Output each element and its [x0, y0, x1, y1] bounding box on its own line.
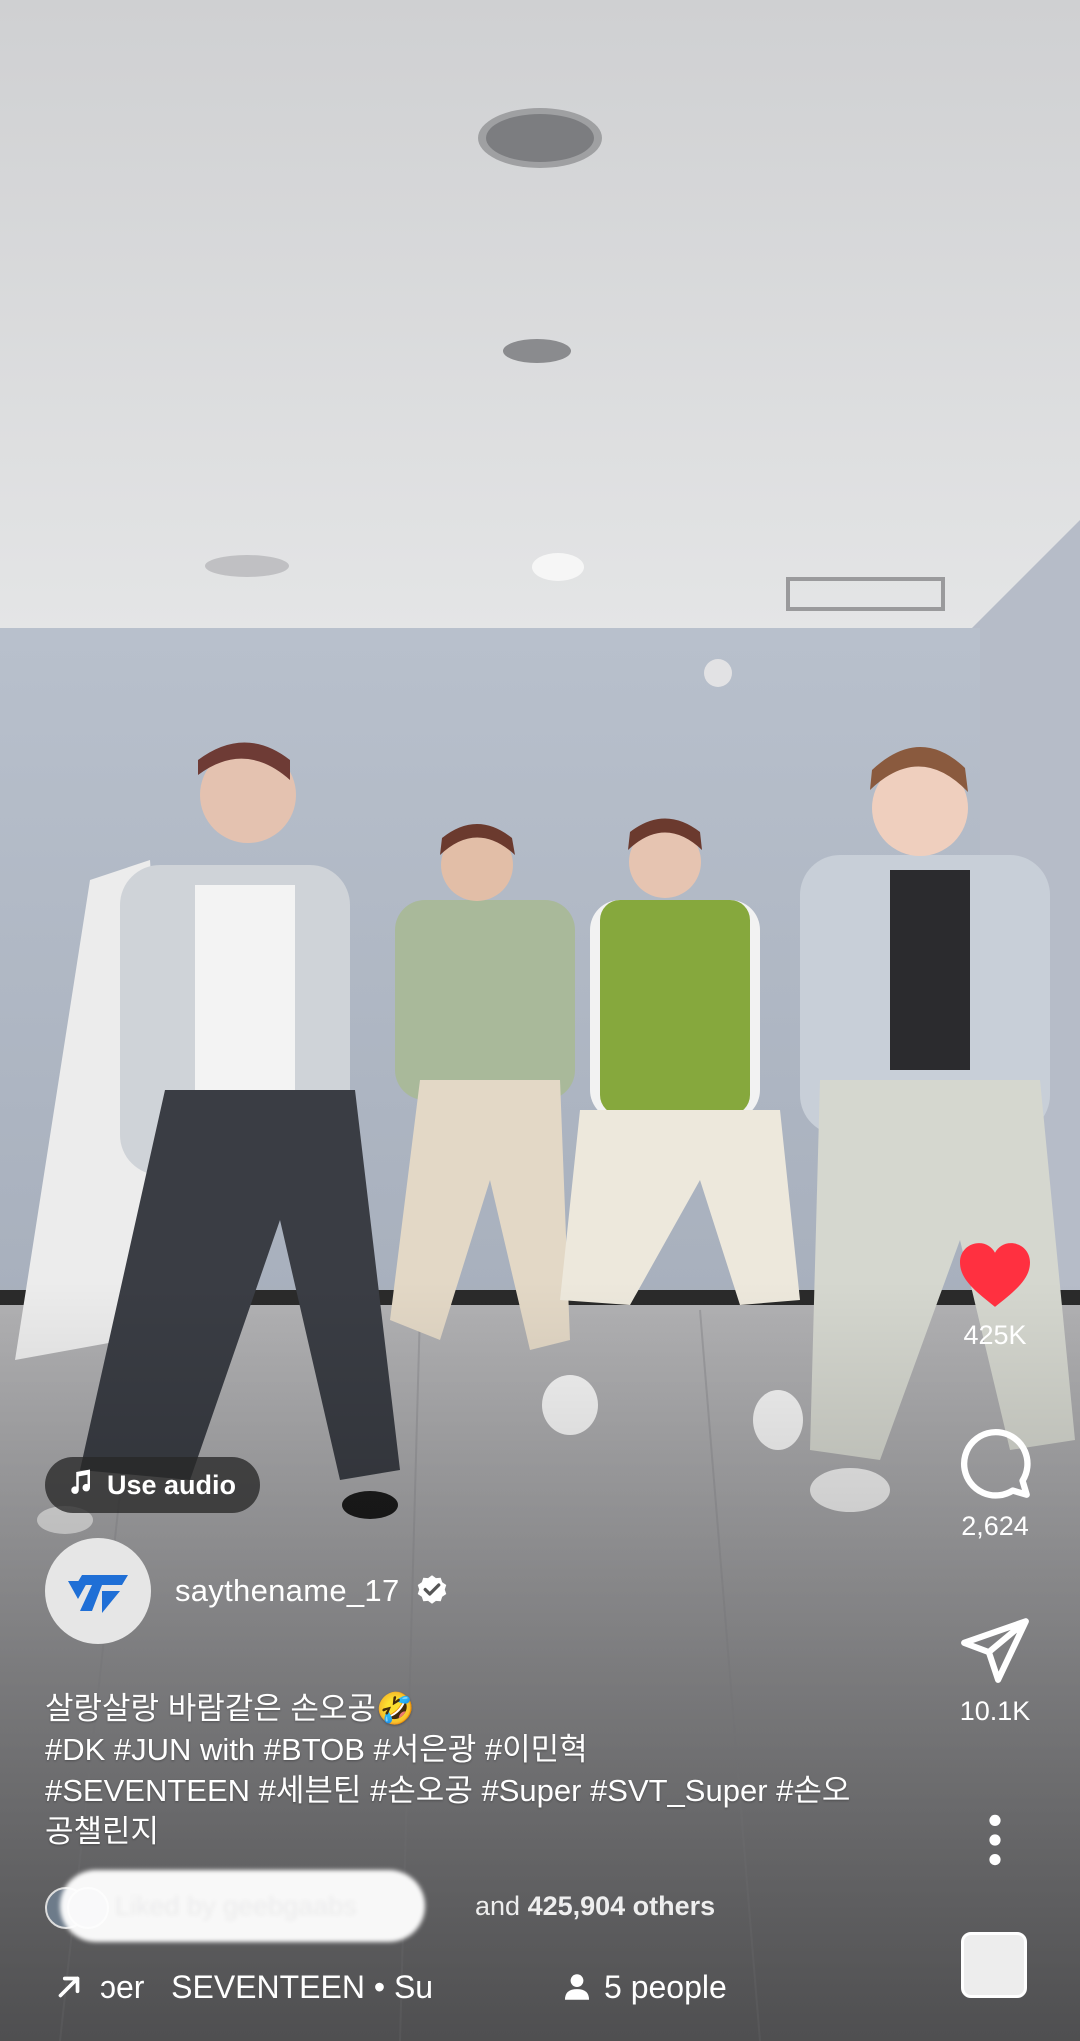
use-audio-button[interactable]: Use audio: [45, 1457, 261, 1513]
caption[interactable]: 살랑살랑 바람같은 손오공🤣 #DK #JUN with #BTOB #서은광 …: [45, 1688, 945, 1852]
verified-badge-icon: [417, 1575, 446, 1604]
more-options[interactable]: [910, 1812, 1080, 1868]
like-count: 425K: [963, 1320, 1027, 1350]
liked-by-text: and 425,904 others: [475, 1891, 715, 1922]
redaction-blur: Liked by geebgaabs: [60, 1870, 425, 1942]
avatar[interactable]: [45, 1538, 151, 1644]
more-vertical-icon[interactable]: [985, 1812, 1005, 1868]
caption-hashtags[interactable]: #DK #JUN with #BTOB #서은광 #이민혁: [45, 1729, 945, 1770]
audio-title-text: ɔer SEVENTEEN • Su: [100, 1968, 434, 2005]
share-count: 10.1K: [959, 1696, 1031, 1726]
send-icon[interactable]: [958, 1612, 1032, 1686]
action-rail: 425K 2,624 10.1K: [910, 0, 1080, 2041]
audio-thumbnail[interactable]: [961, 1932, 1027, 1998]
caption-hashtags[interactable]: 공챌린지: [45, 1811, 945, 1852]
comment-action[interactable]: 2,624: [910, 1425, 1080, 1542]
author-username[interactable]: saythename_17: [175, 1573, 400, 1609]
comment-count: 2,624: [961, 1511, 1029, 1541]
tagged-people[interactable]: 5 people: [560, 1969, 727, 2006]
person-icon: [564, 1974, 590, 2000]
audio-title-marquee[interactable]: ɔer SEVENTEEN • Su: [52, 1969, 542, 2006]
music-note-icon: [65, 1467, 95, 1504]
author-row: saythename_17: [45, 1538, 450, 1644]
bottom-info-row: ɔer SEVENTEEN • Su 5 people: [52, 1962, 727, 2012]
arrow-up-right-icon: [58, 1976, 80, 1998]
caption-hashtags[interactable]: #SEVENTEEN #세븐틴 #손오공 #Super #SVT_Super #…: [45, 1770, 945, 1811]
comment-icon[interactable]: [957, 1425, 1033, 1501]
use-audio-label: Use audio: [107, 1469, 237, 1500]
liked-by-prefix: Liked by geebgaabs: [115, 1891, 357, 1921]
heart-icon[interactable]: [956, 1240, 1034, 1310]
liked-by-count: 425,904 others: [527, 1890, 716, 1921]
caption-line: 살랑살랑 바람같은 손오공🤣: [45, 1691, 415, 1726]
seventeen-logo-icon: [68, 1575, 128, 1613]
share-action[interactable]: 10.1K: [910, 1612, 1080, 1727]
like-action[interactable]: 425K: [910, 1240, 1080, 1351]
tagged-people-label: 5 people: [604, 1968, 727, 2005]
liked-by-and: and: [475, 1890, 521, 1921]
